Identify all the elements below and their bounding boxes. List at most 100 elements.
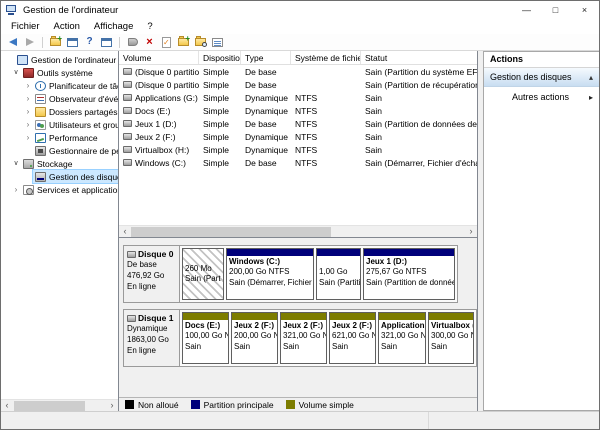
- tree-item-gestion-des-disques[interactable]: Gestion des disques: [1, 170, 118, 183]
- explore-button[interactable]: [193, 35, 208, 49]
- submenu-arrow-icon: ▸: [589, 93, 593, 102]
- disk-legend: Non alloué Partition principale Volume s…: [119, 397, 477, 411]
- actions-group-gestion-des-disques[interactable]: Gestion des disques ▴: [484, 68, 599, 87]
- scrollbar-thumb[interactable]: [14, 401, 85, 411]
- disk-0-label[interactable]: Disque 0 De base 476,92 Go En ligne: [124, 246, 180, 302]
- scroll-right-arrow[interactable]: ›: [465, 226, 477, 237]
- menu-help[interactable]: ?: [140, 20, 159, 33]
- tree-horizontal-scrollbar[interactable]: ‹ ›: [1, 399, 118, 411]
- disk-1-label[interactable]: Disque 1 Dynamique 1863,00 Go En ligne: [124, 310, 180, 366]
- simple-volume-bar: [183, 313, 228, 320]
- scrollbar-thumb[interactable]: [131, 227, 331, 237]
- simple-volume-bar: [379, 313, 425, 320]
- device-manager-icon: [35, 146, 46, 156]
- volume-row[interactable]: Windows (C:) Simple De base NTFS Sain (D…: [119, 156, 477, 169]
- expander-icon[interactable]: ›: [11, 183, 21, 196]
- tree-item-outils-systeme[interactable]: ∨ Outils système: [1, 66, 118, 79]
- partition-applications-g[interactable]: Applications 321,00 Go N' Sain: [378, 312, 426, 364]
- close-button[interactable]: ×: [570, 1, 599, 19]
- center-panel: Volume Disposition Type Système de fichi…: [119, 51, 478, 411]
- header-filesystem[interactable]: Système de fichiers: [291, 51, 361, 64]
- forward-icon: [26, 38, 34, 46]
- tree-label: Planificateur de tâches: [49, 81, 118, 91]
- title-bar[interactable]: Gestion de l'ordinateur — □ ×: [1, 1, 599, 19]
- expander-icon[interactable]: ›: [23, 105, 33, 118]
- volume-row[interactable]: Applications (G:) Simple Dynamique NTFS …: [119, 91, 477, 104]
- delete-volume-button[interactable]: ×: [142, 35, 157, 49]
- computer-management-window: Gestion de l'ordinateur — □ × Fichier Ac…: [0, 0, 600, 430]
- show-console-tree-button[interactable]: [65, 35, 80, 49]
- folder-add-icon: +: [178, 38, 189, 46]
- disk-type: De base: [127, 260, 176, 271]
- help-button[interactable]: ?: [82, 35, 97, 49]
- legend-unallocated: Non alloué: [125, 400, 179, 410]
- tree-item-services-applications[interactable]: › Services et applications: [1, 183, 118, 196]
- tree-item-performance[interactable]: › Performance: [1, 131, 118, 144]
- volume-row[interactable]: Jeux 2 (F:) Simple Dynamique NTFS Sain: [119, 130, 477, 143]
- expander-icon[interactable]: ∨: [11, 66, 21, 79]
- tree-item-planificateur[interactable]: › Planificateur de tâches: [1, 79, 118, 92]
- partition-jeux2-f-1[interactable]: Jeux 2 (F:) 200,00 Go N Sain: [231, 312, 278, 364]
- properties-button[interactable]: [210, 35, 225, 49]
- simple-volume-bar: [330, 313, 375, 320]
- scroll-left-arrow[interactable]: ‹: [1, 400, 13, 411]
- volume-row[interactable]: Docs (E:) Simple Dynamique NTFS Sain: [119, 104, 477, 117]
- volume-row[interactable]: Virtualbox (H:) Simple Dynamique NTFS Sa…: [119, 143, 477, 156]
- shared-folders-icon: [35, 107, 46, 117]
- console-tree-panel: Gestion de l'ordinateur (local) ∨ Outils…: [1, 51, 119, 411]
- tree-item-dossiers-partages[interactable]: › Dossiers partagés: [1, 105, 118, 118]
- tree-item-utilisateurs[interactable]: › Utilisateurs et groupes l: [1, 118, 118, 131]
- expander-icon[interactable]: ∨: [11, 157, 21, 170]
- storage-icon: [23, 159, 34, 169]
- expander-icon[interactable]: ›: [23, 131, 33, 144]
- partition-jeux1-d[interactable]: Jeux 1 (D:) 275,67 Go NTFS Sain (Partiti…: [363, 248, 455, 300]
- partition-jeux2-f-2[interactable]: Jeux 2 (F:) 321,00 Go N' Sain: [280, 312, 327, 364]
- collapse-icon[interactable]: ▴: [589, 73, 593, 82]
- volume-row[interactable]: (Disque 0 partition 1) Simple De base Sa…: [119, 65, 477, 78]
- disk-status: En ligne: [127, 282, 176, 293]
- expander-icon[interactable]: ›: [23, 92, 33, 105]
- volume-list-horizontal-scrollbar[interactable]: ‹ ›: [119, 225, 477, 237]
- menu-action[interactable]: Action: [47, 20, 87, 33]
- partition-windows-c[interactable]: Windows (C:) 200,00 Go NTFS Sain (Démarr…: [226, 248, 314, 300]
- show-action-pane-button[interactable]: [99, 35, 114, 49]
- folder-up-icon: +: [50, 38, 61, 46]
- volume-row[interactable]: Jeux 1 (D:) Simple De base NTFS Sain (Pa…: [119, 117, 477, 130]
- menu-affichage[interactable]: Affichage: [87, 20, 140, 33]
- tree-label: Gestion des disques: [49, 172, 118, 182]
- actions-item-autres-actions[interactable]: Autres actions ▸: [484, 87, 599, 107]
- header-statut[interactable]: Statut: [361, 51, 477, 64]
- system-tools-icon: [23, 68, 34, 78]
- tree-item-gestionnaire-peripheriques[interactable]: Gestionnaire de périphé: [1, 144, 118, 157]
- header-volume[interactable]: Volume: [119, 51, 199, 64]
- task-check-button[interactable]: ✓: [159, 35, 174, 49]
- forward-button[interactable]: [22, 35, 37, 49]
- header-disposition[interactable]: Disposition: [199, 51, 241, 64]
- expander-icon[interactable]: ›: [23, 79, 33, 92]
- scroll-right-arrow[interactable]: ›: [106, 400, 118, 411]
- header-type[interactable]: Type: [241, 51, 291, 64]
- tree-label: Performance: [49, 133, 98, 143]
- expander-icon[interactable]: ›: [23, 118, 33, 131]
- volume-row[interactable]: (Disque 0 partition 4) Simple De base Sa…: [119, 78, 477, 91]
- tree-label: Stockage: [37, 159, 72, 169]
- tree-item-computer-management[interactable]: Gestion de l'ordinateur (local): [1, 53, 118, 66]
- services-icon: [23, 185, 34, 195]
- up-level-button[interactable]: +: [48, 35, 63, 49]
- scroll-left-arrow[interactable]: ‹: [119, 226, 131, 237]
- tree-item-stockage[interactable]: ∨ Stockage: [1, 157, 118, 170]
- toolbar: + ? × ✓ +: [1, 34, 599, 51]
- announce-button[interactable]: [125, 35, 140, 49]
- partition-1go[interactable]: 1,00 Go Sain (Partitio: [316, 248, 361, 300]
- maximize-button[interactable]: □: [541, 1, 570, 19]
- back-button[interactable]: [5, 35, 20, 49]
- menu-fichier[interactable]: Fichier: [4, 20, 47, 33]
- partition-jeux2-f-3[interactable]: Jeux 2 (F:) 621,00 Go NT Sain: [329, 312, 376, 364]
- partition-efi-260mo[interactable]: 260 Mo Sain (Part: [182, 248, 224, 300]
- new-volume-button[interactable]: +: [176, 35, 191, 49]
- tree-item-observateur[interactable]: › Observateur d'événeme: [1, 92, 118, 105]
- partition-virtualbox-h[interactable]: Virtualbox ( 300,00 Go NT Sain: [428, 312, 474, 364]
- partition-docs-e[interactable]: Docs (E:) 100,00 Go N Sain: [182, 312, 229, 364]
- status-bar: [1, 411, 599, 429]
- minimize-button[interactable]: —: [512, 1, 541, 19]
